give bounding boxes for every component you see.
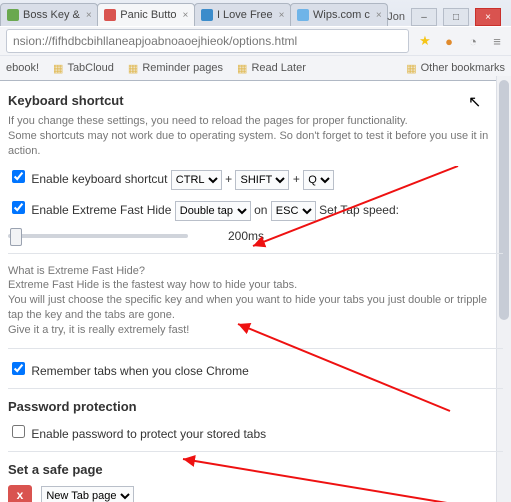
modifier1-select[interactable]: CTRL: [171, 170, 222, 190]
close-icon[interactable]: ×: [376, 10, 382, 21]
bookmark-item[interactable]: ▦Reminder pages: [128, 62, 223, 75]
divider: [8, 348, 503, 349]
window-maximize-button[interactable]: □: [443, 8, 469, 26]
safe-page-option1[interactable]: New Tab page: [41, 486, 134, 502]
menu-icon[interactable]: ≡: [489, 33, 505, 49]
close-icon[interactable]: ×: [86, 10, 92, 21]
browser-tab[interactable]: I Love Free ×: [194, 3, 291, 26]
enable-efh-label: Enable Extreme Fast Hide: [31, 203, 171, 217]
tab-label: Panic Butto: [120, 9, 176, 21]
browser-tab[interactable]: Boss Key & ×: [0, 3, 98, 26]
tab-label: I Love Free: [217, 9, 273, 21]
bookmark-item[interactable]: ▦TabCloud: [53, 62, 114, 75]
close-icon[interactable]: ×: [279, 10, 285, 21]
efh-key-select[interactable]: ESC: [271, 201, 316, 221]
key-select[interactable]: Q: [303, 170, 334, 190]
profile-name[interactable]: Jon: [387, 11, 405, 23]
tap-speed-slider[interactable]: [8, 234, 188, 238]
address-bar[interactable]: nsion://fifhdbcbihllaneapjoabnoaoejhieok…: [6, 29, 409, 53]
bookmark-star-icon[interactable]: ★: [417, 33, 433, 49]
slider-thumb[interactable]: [10, 228, 22, 246]
section-heading-password: Password protection: [8, 399, 503, 414]
divider: [8, 253, 503, 254]
enable-password-label: Enable password to protect your stored t…: [31, 427, 266, 441]
folder-icon: ▦: [406, 62, 416, 75]
browser-tab-strip: Boss Key & × Panic Butto × I Love Free × Wi…: [0, 0, 511, 26]
remember-tabs-checkbox[interactable]: [12, 362, 25, 375]
tab-label: Boss Key &: [23, 9, 80, 21]
divider: [8, 451, 503, 452]
mouse-cursor-icon: ↖: [468, 92, 481, 112]
section-heading-safepage: Set a safe page: [8, 462, 503, 477]
close-icon[interactable]: ×: [183, 10, 189, 21]
enable-efh-checkbox[interactable]: [12, 201, 25, 214]
browser-tab[interactable]: Panic Butto ×: [97, 3, 195, 26]
tap-speed-label: Set Tap speed:: [319, 203, 399, 217]
window-close-button[interactable]: ×: [475, 8, 501, 26]
modifier2-select[interactable]: SHIFT: [235, 170, 289, 190]
bookmark-item[interactable]: ebook!: [6, 62, 39, 74]
section-heading-keyboard: Keyboard shortcut: [8, 93, 503, 108]
window-minimize-button[interactable]: –: [411, 8, 437, 26]
notification-icon[interactable]: ●: [441, 33, 457, 49]
bookmarks-bar: ebook! ▦TabCloud ▦Reminder pages ▦Read L…: [0, 55, 511, 80]
enable-shortcut-checkbox[interactable]: [12, 170, 25, 183]
divider: [8, 388, 503, 389]
folder-icon: ▦: [237, 62, 247, 75]
folder-icon: ▦: [128, 62, 138, 75]
bookmark-item[interactable]: ▦Read Later: [237, 62, 306, 75]
remember-tabs-label: Remember tabs when you close Chrome: [31, 364, 248, 378]
tab-label: Wips.com c: [313, 9, 370, 21]
delete-button[interactable]: x: [8, 485, 32, 502]
help-text: If you change these settings, you need t…: [8, 114, 503, 159]
browser-tab[interactable]: Wips.com c ×: [290, 3, 388, 26]
tap-speed-value: 200ms: [228, 229, 264, 243]
enable-password-checkbox[interactable]: [12, 425, 25, 438]
enable-shortcut-label: Enable keyboard shortcut: [31, 172, 167, 186]
efh-mode-select[interactable]: Double tap: [175, 201, 251, 221]
extension-icon[interactable]: ◔: [465, 33, 481, 49]
other-bookmarks[interactable]: ▦Other bookmarks: [406, 62, 505, 75]
folder-icon: ▦: [53, 62, 63, 75]
efh-description: What is Extreme Fast Hide? Extreme Fast …: [8, 264, 503, 338]
